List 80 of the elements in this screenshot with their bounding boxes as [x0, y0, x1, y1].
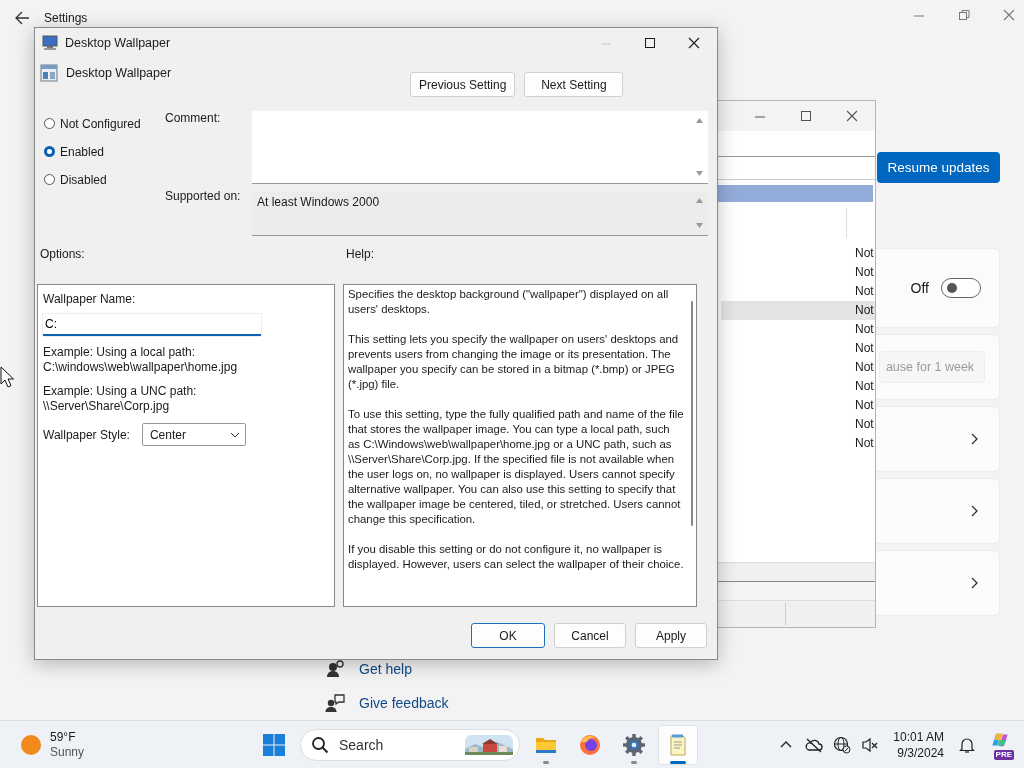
maximize-icon[interactable]	[799, 109, 813, 123]
dialog-button[interactable]: Cancel	[554, 623, 626, 648]
resume-updates-button[interactable]: Resume updates	[877, 152, 1000, 183]
input-field[interactable]: C:	[43, 314, 261, 336]
help-label: Help:	[346, 247, 374, 263]
table-cell[interactable]: Not	[721, 263, 875, 282]
maximize-icon[interactable]	[643, 36, 657, 50]
scroll-down-icon[interactable]	[694, 170, 704, 177]
search-bar[interactable]: Search	[300, 728, 520, 761]
dialog-button[interactable]: Apply	[635, 623, 707, 648]
search-input[interactable]: Search	[337, 735, 451, 754]
window-title: Settings	[44, 11, 88, 25]
table-cell[interactable]: Not	[721, 282, 875, 301]
preview-badge: PRE	[993, 749, 1014, 760]
scroll-down-icon[interactable]	[694, 222, 704, 229]
radio-option[interactable]: Not Configured	[44, 114, 165, 133]
table-cell[interactable]: Not	[721, 396, 875, 415]
taskbar-app[interactable]	[658, 724, 698, 765]
supported-label: Supported on:	[165, 189, 241, 203]
monitor-icon	[41, 35, 59, 51]
gear-icon	[622, 732, 646, 757]
example-path: C:\windows\web\wallpaper\home.jpg	[43, 360, 239, 375]
setting-name: Desktop Wallpaper	[66, 66, 172, 80]
search-icon	[311, 735, 329, 754]
radio-option[interactable]: Disabled	[44, 170, 165, 189]
table-cell[interactable]: Not	[721, 415, 875, 434]
scrollbar-thumb[interactable]	[691, 301, 693, 526]
table-cell[interactable]: Not	[721, 244, 875, 263]
back-arrow-icon[interactable]	[14, 10, 30, 26]
feedback-icon	[325, 693, 345, 713]
help-paragraph: This setting lets you specify the wallpaper on users' desktops and prevents users from changing the image or its presentation. The wallpaper you specify can be stored in a bitmap (*.bmp) or JPEG (*.jpg) file.	[348, 332, 680, 392]
table-cell[interactable]: Not	[721, 339, 875, 358]
comment-label: Comment:	[165, 111, 221, 125]
help-paragraph: Specifies the desktop background ("wallpaper") displayed on all users' desktops.	[348, 287, 670, 317]
close-icon[interactable]	[687, 36, 701, 50]
chevron-right-icon	[969, 432, 979, 446]
example-caption: Example: Using a local path:	[43, 345, 197, 360]
restore-icon[interactable]	[957, 8, 971, 22]
clock-date[interactable]: 9/3/2024	[897, 744, 944, 761]
nav-button[interactable]: Previous Setting	[410, 72, 516, 97]
table-cell[interactable]: Not	[721, 377, 875, 396]
browser-icon	[578, 732, 602, 757]
weather-condition: Sunny	[50, 744, 85, 760]
help-paragraph: If you disable this setting or do not configure it, no wallpaper is displayed. However, users can select the wallpaper of their choice.	[348, 542, 684, 572]
nav-button[interactable]: Next Setting	[524, 72, 624, 97]
dialog-button[interactable]: OK	[471, 623, 545, 648]
scroll-up-icon[interactable]	[694, 117, 704, 124]
comment-field[interactable]	[252, 111, 708, 184]
table-cell[interactable]: Not	[721, 358, 875, 377]
toggle-label: Off	[910, 280, 929, 296]
field-label: Wallpaper Style:	[43, 427, 130, 442]
speaker-muted-icon[interactable]	[861, 735, 880, 754]
options-label: Options:	[40, 247, 86, 263]
field-label: Wallpaper Name:	[43, 292, 137, 306]
clock-time[interactable]: 10:01 AM	[893, 728, 944, 745]
radio-option[interactable]: Enabled	[44, 142, 165, 161]
start-icon[interactable]	[262, 732, 286, 757]
scroll-up-icon[interactable]	[694, 197, 704, 204]
globe-icon[interactable]	[833, 735, 852, 754]
example-path: \\Server\Share\Corp.jpg	[43, 399, 171, 414]
bell-icon[interactable]	[958, 735, 976, 754]
table-cell[interactable]: Not	[721, 301, 875, 320]
chevron-right-icon	[969, 576, 979, 590]
link[interactable]: Give feedback	[359, 695, 449, 711]
chevron-right-icon	[969, 504, 979, 518]
help-icon	[325, 659, 345, 679]
link[interactable]: Get help	[359, 661, 412, 677]
table-cell[interactable]: Not	[721, 434, 875, 453]
style-dropdown[interactable]: Center	[141, 423, 246, 446]
example-caption: Example: Using a UNC path:	[43, 384, 198, 399]
close-icon[interactable]	[845, 109, 859, 123]
window-icon	[40, 64, 58, 82]
supported-value: At least Windows 2000	[257, 195, 380, 211]
toggle-switch[interactable]	[941, 278, 981, 298]
dialog-title: Desktop Wallpaper	[65, 36, 171, 50]
temperature: 59°F	[50, 729, 77, 745]
table-cell[interactable]: Not	[721, 320, 875, 339]
caret-icon	[229, 431, 240, 438]
sun-icon[interactable]	[20, 733, 42, 756]
help-paragraph: To use this setting, type the fully qualified path and name of the file that stores the wallpaper image. You can type a local path, such as C:\Windows\web\wallpaper\home.jpg or a UNC path, such as \\Server\Share\Corp.jpg. If the specified file is not available when the user logs on, no wallpaper is displayed. Users cannot specify alternative wallpaper. You can also use this setting to specify that the wallpaper image be centered, tiled, or stretched. Users cannot change this specification.	[348, 407, 684, 527]
